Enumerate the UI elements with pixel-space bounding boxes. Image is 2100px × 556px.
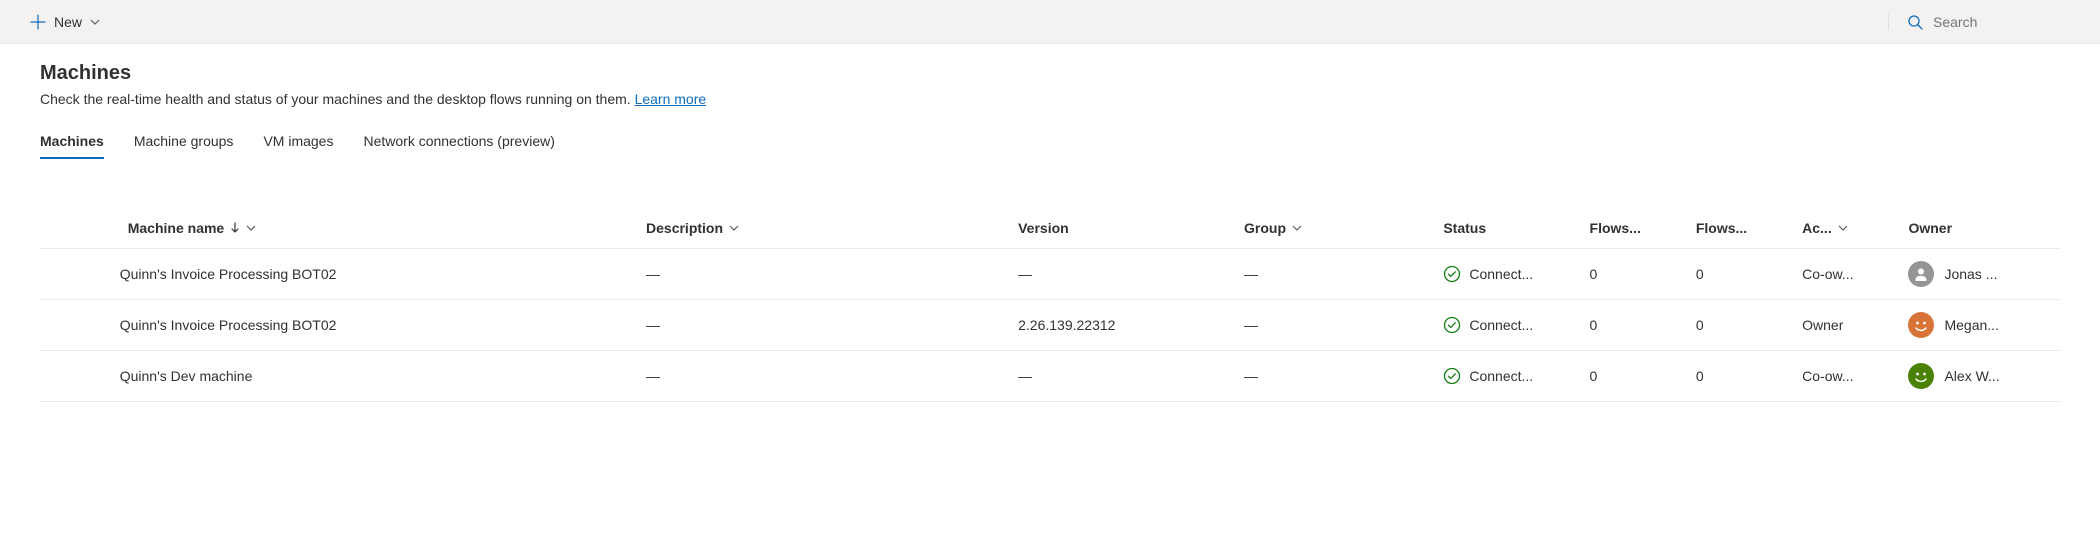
machine-name-cell[interactable]: Quinn's Invoice Processing BOT02 — [120, 300, 638, 351]
version-cell: 2.26.139.22312 — [1010, 300, 1236, 351]
description-cell: — — [638, 249, 1010, 300]
tab-vm-images[interactable]: VM images — [263, 127, 333, 159]
row-select-cell[interactable] — [40, 351, 120, 402]
chevron-down-icon — [90, 17, 100, 27]
col-header-name[interactable]: Machine name — [120, 210, 638, 249]
page-description: Check the real-time health and status of… — [40, 91, 2060, 107]
tab-network-connections[interactable]: Network connections (preview) — [363, 127, 554, 159]
owner-name: Alex W... — [1944, 368, 1999, 384]
machine-name-cell[interactable]: Quinn's Dev machine — [120, 351, 638, 402]
col-header-group[interactable]: Group — [1236, 210, 1435, 249]
machines-table: Machine name Description — [40, 210, 2060, 402]
chevron-down-icon — [729, 223, 739, 233]
access-cell: Co-ow... — [1794, 249, 1900, 300]
search-box[interactable] — [1888, 14, 2088, 30]
status-cell: Connect... — [1435, 351, 1581, 402]
search-icon — [1907, 14, 1923, 30]
col-header-owner[interactable]: Owner — [1900, 210, 2060, 249]
table-header-row: Machine name Description — [40, 210, 2060, 249]
chevron-down-icon — [1292, 223, 1302, 233]
flows-running-cell: 0 — [1582, 249, 1688, 300]
tab-machines[interactable]: Machines — [40, 127, 104, 159]
status-cell: Connect... — [1435, 249, 1581, 300]
access-cell: Owner — [1794, 300, 1900, 351]
col-header-description-label: Description — [646, 220, 723, 236]
owner-cell: Jonas ... — [1900, 249, 2060, 300]
status-text: Connect... — [1469, 317, 1533, 333]
row-select-cell[interactable] — [40, 249, 120, 300]
col-header-version[interactable]: Version — [1010, 210, 1236, 249]
chevron-down-icon — [1838, 223, 1848, 233]
table-row[interactable]: Quinn's Invoice Processing BOT02———Conne… — [40, 249, 2060, 300]
group-cell: — — [1236, 300, 1435, 351]
status-cell: Connect... — [1435, 300, 1581, 351]
owner-cell: Alex W... — [1900, 351, 2060, 402]
flows-queued-cell: 0 — [1688, 351, 1794, 402]
owner-name: Megan... — [1944, 317, 1998, 333]
col-header-description[interactable]: Description — [638, 210, 1010, 249]
command-bar: New — [0, 0, 2100, 44]
col-header-flows-queued[interactable]: Flows... — [1688, 210, 1794, 249]
col-header-group-label: Group — [1244, 220, 1286, 236]
row-select-cell[interactable] — [40, 300, 120, 351]
table-row[interactable]: Quinn's Dev machine———Connect...00Co-ow.… — [40, 351, 2060, 402]
description-cell: — — [638, 351, 1010, 402]
page-description-text: Check the real-time health and status of… — [40, 91, 635, 107]
tab-list: Machines Machine groups VM images Networ… — [40, 127, 2060, 160]
check-circle-icon — [1443, 316, 1461, 334]
table-row[interactable]: Quinn's Invoice Processing BOT02—2.26.13… — [40, 300, 2060, 351]
group-cell: — — [1236, 249, 1435, 300]
access-cell: Co-ow... — [1794, 351, 1900, 402]
status-text: Connect... — [1469, 368, 1533, 384]
col-header-flows-running[interactable]: Flows... — [1582, 210, 1688, 249]
flows-running-cell: 0 — [1582, 300, 1688, 351]
version-cell: — — [1010, 249, 1236, 300]
col-header-access[interactable]: Ac... — [1794, 210, 1900, 249]
machine-name-cell[interactable]: Quinn's Invoice Processing BOT02 — [120, 249, 638, 300]
new-button-label: New — [54, 14, 82, 30]
avatar — [1908, 363, 1934, 389]
description-cell: — — [638, 300, 1010, 351]
new-button[interactable]: New — [20, 8, 110, 36]
tab-machine-groups[interactable]: Machine groups — [134, 127, 234, 159]
page-title: Machines — [40, 62, 2060, 85]
col-header-select[interactable] — [40, 210, 120, 249]
plus-icon — [30, 14, 46, 30]
owner-name: Jonas ... — [1944, 266, 1997, 282]
flows-running-cell: 0 — [1582, 351, 1688, 402]
flows-queued-cell: 0 — [1688, 249, 1794, 300]
avatar — [1908, 261, 1934, 287]
owner-cell: Megan... — [1900, 300, 2060, 351]
sort-down-icon — [230, 222, 240, 234]
version-cell: — — [1010, 351, 1236, 402]
col-header-status[interactable]: Status — [1435, 210, 1581, 249]
page-content: Machines Check the real-time health and … — [0, 44, 2100, 402]
check-circle-icon — [1443, 265, 1461, 283]
chevron-down-icon — [246, 223, 256, 233]
learn-more-link[interactable]: Learn more — [635, 91, 707, 107]
search-input[interactable] — [1933, 14, 2073, 30]
col-header-access-label: Ac... — [1802, 220, 1832, 236]
flows-queued-cell: 0 — [1688, 300, 1794, 351]
col-header-name-label: Machine name — [128, 220, 224, 236]
status-text: Connect... — [1469, 266, 1533, 282]
group-cell: — — [1236, 351, 1435, 402]
check-circle-icon — [1443, 367, 1461, 385]
avatar — [1908, 312, 1934, 338]
